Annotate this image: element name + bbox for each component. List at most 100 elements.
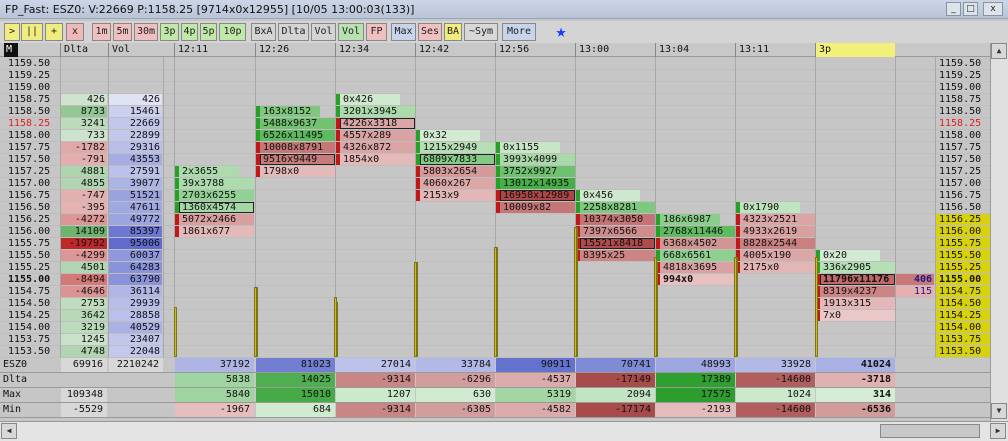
toolbar-button-ses[interactable]: Ses [418,23,442,41]
toolbar-button-sym[interactable]: ~Sym [464,23,498,41]
toolbar-button-remove[interactable]: x [66,23,84,41]
toolbar-button-30m[interactable]: 30m [134,23,158,41]
toolbar-button-add[interactable]: + [45,23,63,41]
footprint-marker [175,190,179,201]
right-price-label: 1157.50 [939,154,982,165]
scroll-right-icon[interactable]: ▶ [990,423,1006,439]
summary-dlta-cell: -6296 [416,373,495,387]
summary-dlta-cell: -9314 [336,373,415,387]
toolbar-button-play[interactable]: > [4,23,20,41]
footprint-cell: 8828x2544 [740,238,815,249]
footprint-cell: 3993x4099 [500,154,575,165]
toolbar-button-fp[interactable]: FP [366,23,387,41]
right-price-label: 1154.50 [936,298,990,309]
summary-max-cell: 17575 [656,388,735,402]
summary-dlta-cell: -4537 [496,373,575,387]
footprint-cell: 4933x2619 [740,226,815,237]
footprint-cell: 7x0 [820,310,895,321]
footprint-marker [256,118,260,129]
volume-cell: 29316 [109,142,162,153]
footprint-cell: 1798x0 [260,166,335,177]
footprint-cell: 994x0 [660,274,735,285]
footprint-cell: 6809x7833 [420,154,495,165]
volume-cell: 51521 [109,190,162,201]
price-label: 1154.75 [8,286,51,297]
summary-esz0-cell: 90911 [496,358,575,372]
toolbar-button-ba[interactable]: BA [444,23,462,41]
close-button[interactable]: x [983,2,1003,16]
toolbar-button-1m[interactable]: 1m [92,23,111,41]
scroll-down-icon[interactable]: ▼ [991,403,1007,419]
summary-profile-value: 69916 [61,358,107,372]
delta-cell: 733 [61,130,107,141]
horizontal-scrollbar[interactable]: ◀ ▶ [0,421,1008,441]
volume-cell: 426 [109,94,162,105]
footprint-cell: 2703x6255 [179,190,254,201]
vertical-scrollbar[interactable]: ▲ ▼ [990,43,1008,421]
price-label: 1157.50 [8,154,51,165]
summary-min-cell: -14600 [736,403,815,417]
volume-bar [574,227,577,357]
volume-bar [734,257,737,357]
footprint-cell: 16958x12989 [500,190,575,201]
summary-min-cell: 684 [256,403,335,417]
title-bar: FP_Fast: ESZ0: V:22669 P:1158.25 [9714x0… [0,0,1008,19]
footprint-marker [416,154,420,165]
toolbar-button-3p[interactable]: 3p [160,23,179,41]
scroll-left-icon[interactable]: ◀ [1,423,17,439]
volume-cell: 22048 [109,346,162,357]
minimize-button[interactable]: _ [946,2,961,16]
maximize-button[interactable]: □ [963,2,978,16]
toolbar-button-10p[interactable]: 10p [219,23,246,41]
right-price-label: 1156.00 [936,226,990,237]
right-price-label: 1157.75 [939,142,982,153]
header-time: 12:34 [335,43,415,57]
scroll-up-icon[interactable]: ▲ [991,43,1007,59]
delta-cell: 1245 [61,334,107,345]
footprint-cell: 0x1155 [500,142,560,153]
footprint-marker [336,154,340,165]
right-price-label: 1158.25 [939,118,982,129]
footprint-marker [656,214,660,225]
footprint-marker [576,202,580,213]
footprint-cell: 1854x0 [340,154,415,165]
toolbar-button-max[interactable]: Max [391,23,416,41]
right-price-label: 1156.25 [936,214,990,225]
scroll-thumb[interactable] [880,424,980,438]
toolbar-button-5p[interactable]: 5p [200,23,217,41]
summary-dlta-cell: -3718 [816,373,895,387]
column-line [163,57,164,357]
volume-cell: 47611 [109,202,162,213]
toolbar-button-dlta[interactable]: Dlta [278,23,309,41]
footprint-cell: 186x6987 [660,214,720,225]
star-icon[interactable]: ★ [550,23,572,41]
toolbar-button-vol-2[interactable]: Vol [338,23,364,41]
price-label: 1156.50 [8,202,51,213]
footprint-marker [416,190,420,201]
summary-max-cell: 630 [416,388,495,402]
delta-cell: -791 [61,154,107,165]
delta-cell: 4748 [61,346,107,357]
delta-cell: 4855 [61,178,107,189]
toolbar-button-more[interactable]: More [502,23,536,41]
footprint-cell: 336x2905 [820,262,895,273]
footprint-marker [336,130,340,141]
summary-label: Max [3,389,22,400]
right-price-label: 1159.50 [939,58,982,69]
footprint-cell: 3752x9927 [500,166,575,177]
toolbar-button-bxa[interactable]: BxA [251,23,276,41]
toolbar-button-5m[interactable]: 5m [113,23,132,41]
summary-min-cell: -6305 [416,403,495,417]
right-price-label: 1154.75 [936,286,990,297]
toolbar-button-pause[interactable]: || [21,23,43,41]
footprint-marker [656,238,660,249]
right-value: 406 [896,274,934,285]
price-label: 1156.25 [8,214,51,225]
price-label: 1156.00 [8,226,51,237]
toolbar-button-4p[interactable]: 4p [181,23,198,41]
delta-cell: 426 [61,94,107,105]
footprint-marker [416,142,420,153]
price-label: 1157.25 [8,166,51,177]
toolbar-button-vol[interactable]: Vol [311,23,336,41]
footprint-marker [256,106,260,117]
